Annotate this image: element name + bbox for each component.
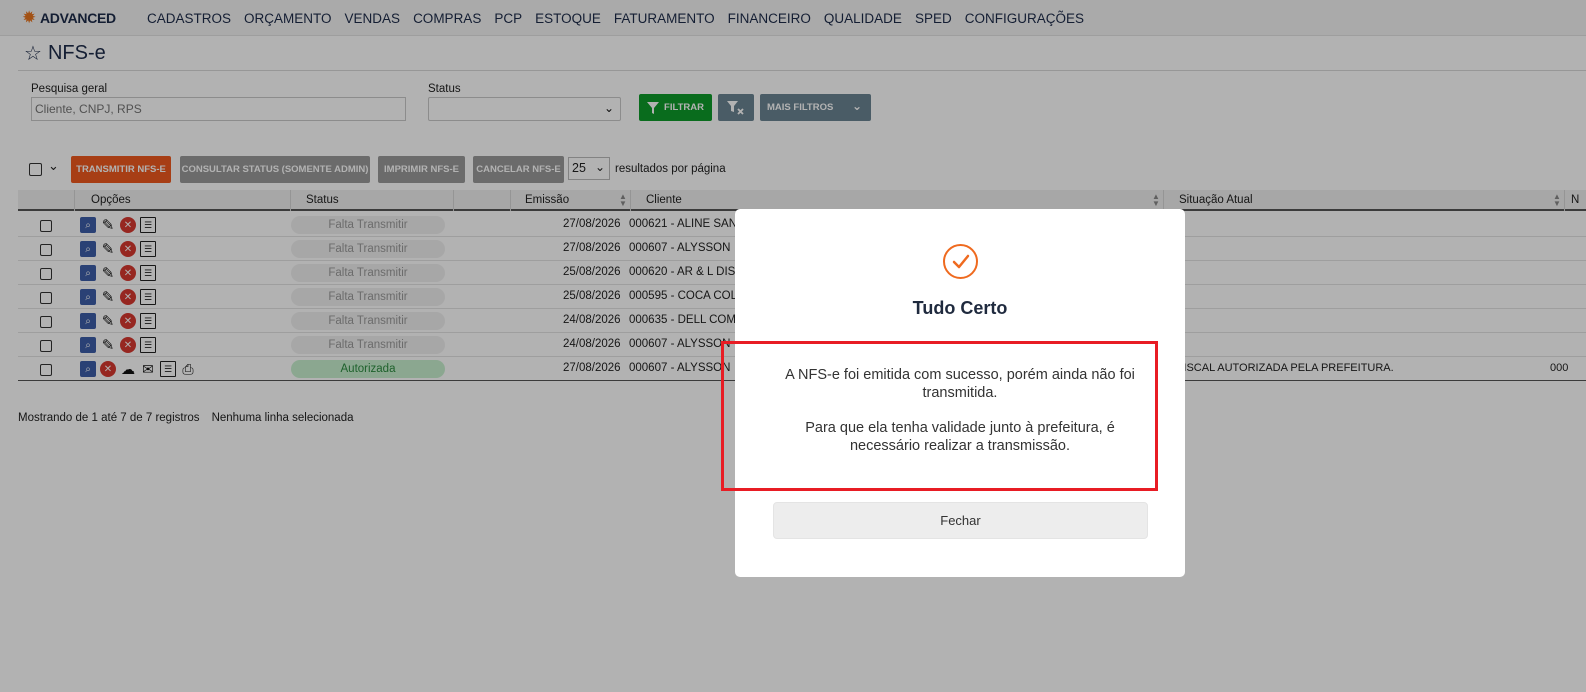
close-button[interactable]: Fechar xyxy=(773,502,1148,539)
success-check-icon xyxy=(943,244,978,279)
highlight-annotation-box xyxy=(721,341,1158,491)
dialog-title: Tudo Certo xyxy=(912,298,1008,318)
